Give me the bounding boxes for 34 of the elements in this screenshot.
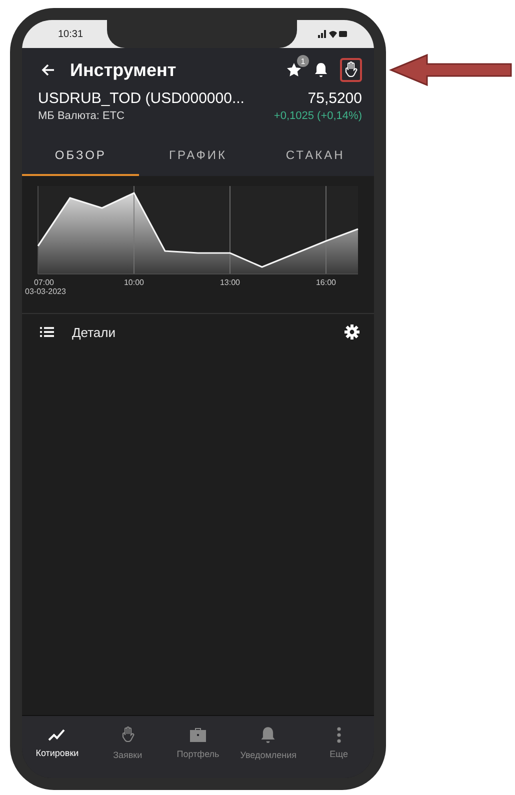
hand-icon[interactable] [344,61,358,79]
status-icons [318,29,348,39]
list-icon [40,326,54,338]
hand-icon [120,726,135,744]
axis-label: 10:00 [124,278,144,287]
trend-line-icon [48,728,66,742]
nav-item[interactable]: Еще [304,716,374,770]
axis-label: 07:00 [34,278,54,287]
section-title: Детали [72,324,116,340]
axis-label: 16:00 [316,278,336,287]
price: 75,5200 [308,90,362,107]
market-name: МБ Валюта: ЕТС [38,110,124,122]
nav-item[interactable]: Уведомления [233,716,304,770]
axis-label: 13:00 [220,278,240,287]
status-time: 10:31 [58,28,84,40]
axis-date: 03-03-2023 [25,287,66,296]
briefcase-icon [189,727,208,743]
nav-item[interactable]: Заявки [92,716,163,770]
bell-icon [260,726,276,744]
back-arrow-icon[interactable] [40,62,56,78]
tab[interactable]: СТАКАН [256,134,374,176]
instrument-name: USDRUB_TOD (USD000000... [38,90,244,107]
price-change: +0,1025 (+0,14%) [274,110,362,122]
settings-icon[interactable] [344,324,360,340]
bell-icon[interactable] [314,62,328,78]
tab[interactable]: ОБЗОР [22,134,140,176]
screen-title: Инструмент [70,60,178,80]
favorites-badge: 1 [297,55,309,67]
more-icon [336,727,341,743]
nav-item[interactable]: Портфель [162,716,234,770]
star-icon[interactable] [286,62,302,78]
nav-item[interactable]: Котировки [22,716,92,770]
annotation-arrow-icon [389,53,513,87]
tab[interactable]: ГРАФИК [139,134,257,176]
